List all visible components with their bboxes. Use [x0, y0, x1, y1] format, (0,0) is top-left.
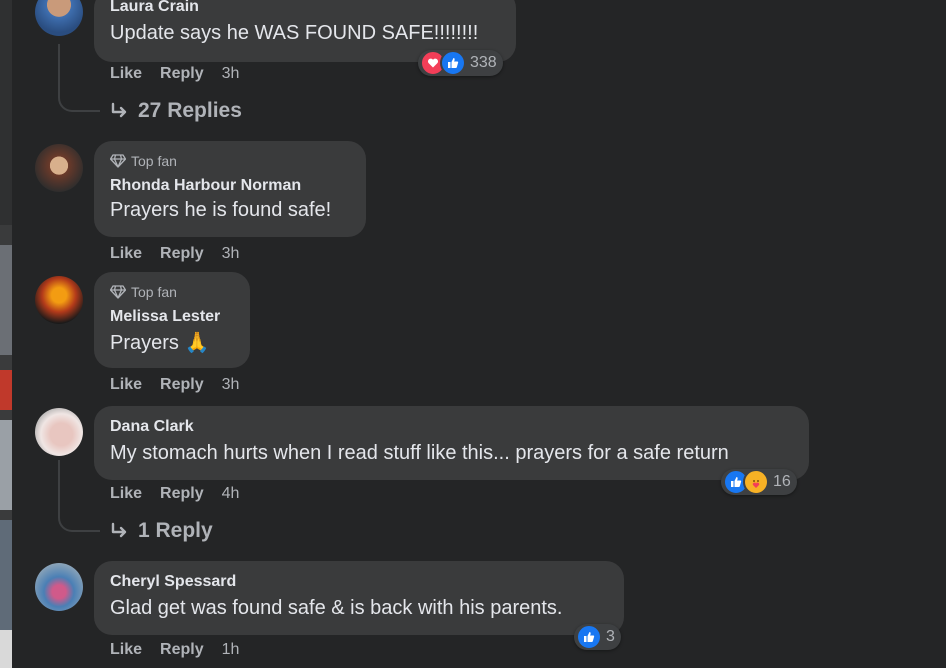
- view-replies-link[interactable]: 1 Reply: [110, 519, 213, 543]
- reply-link[interactable]: Reply: [160, 65, 204, 83]
- comment-actions: Like Reply 4h: [110, 485, 257, 503]
- diamond-icon: [110, 154, 126, 168]
- like-link[interactable]: Like: [110, 485, 142, 503]
- comment-actions: Like Reply 3h: [110, 376, 257, 394]
- avatar[interactable]: [35, 0, 83, 36]
- reaction-count: 16: [773, 473, 791, 490]
- badge-label: Top fan: [131, 153, 177, 169]
- reply-arrow-icon: [111, 522, 127, 538]
- reply-link[interactable]: Reply: [160, 376, 204, 394]
- view-replies-link[interactable]: 27 Replies: [110, 99, 242, 123]
- reaction-summary[interactable]: 3: [574, 624, 621, 650]
- reply-link[interactable]: Reply: [160, 641, 204, 659]
- thread-connector: [58, 44, 100, 112]
- reaction-count: 338: [470, 54, 497, 71]
- avatar[interactable]: [35, 563, 83, 611]
- comment-bubble: Top fan Melissa Lester Prayers 🙏: [94, 272, 250, 368]
- reaction-count: 3: [606, 628, 615, 645]
- comment-timestamp[interactable]: 1h: [222, 641, 240, 659]
- left-page-edge: [0, 0, 12, 668]
- like-link[interactable]: Like: [110, 65, 142, 83]
- reaction-summary[interactable]: 16: [721, 469, 797, 495]
- like-link[interactable]: Like: [110, 641, 142, 659]
- comment-bubble: Top fan Rhonda Harbour Norman Prayers he…: [94, 141, 366, 237]
- avatar[interactable]: [35, 144, 83, 192]
- comment-text: Update says he WAS FOUND SAFE!!!!!!!!: [110, 22, 479, 44]
- comment-actions: Like Reply 3h: [110, 65, 257, 83]
- comment-actions: Like Reply 1h: [110, 641, 257, 659]
- reply-link[interactable]: Reply: [160, 485, 204, 503]
- top-fan-badge: Top fan: [110, 282, 234, 302]
- comment-author[interactable]: Dana Clark: [110, 418, 793, 436]
- reply-arrow-icon: [111, 102, 127, 118]
- comment-timestamp[interactable]: 4h: [222, 485, 240, 503]
- like-reaction-icon: [440, 50, 466, 76]
- comment-actions: Like Reply 3h: [110, 245, 257, 263]
- badge-label: Top fan: [131, 284, 177, 300]
- comment-author[interactable]: Cheryl Spessard: [110, 573, 608, 591]
- comment-timestamp[interactable]: 3h: [222, 65, 240, 83]
- care-reaction-icon: [743, 469, 769, 495]
- reply-link[interactable]: Reply: [160, 245, 204, 263]
- avatar[interactable]: [35, 408, 83, 456]
- comment-text: Prayers he is found safe!: [110, 199, 332, 221]
- comment-timestamp[interactable]: 3h: [222, 376, 240, 394]
- replies-count-label: 27 Replies: [138, 99, 242, 122]
- avatar[interactable]: [35, 276, 83, 324]
- diamond-icon: [110, 285, 126, 299]
- comment-bubble: Cheryl Spessard Glad get was found safe …: [94, 561, 624, 635]
- comment-author[interactable]: Rhonda Harbour Norman: [110, 177, 350, 195]
- top-fan-badge: Top fan: [110, 151, 350, 171]
- comment-author[interactable]: Melissa Lester: [110, 308, 234, 326]
- replies-count-label: 1 Reply: [138, 519, 213, 542]
- like-reaction-icon: [576, 624, 602, 650]
- comment-timestamp[interactable]: 3h: [222, 245, 240, 263]
- like-link[interactable]: Like: [110, 376, 142, 394]
- reaction-summary[interactable]: 338: [418, 50, 503, 76]
- comment-text: Prayers 🙏: [110, 332, 210, 354]
- comment-author[interactable]: Laura Crain: [110, 0, 500, 16]
- like-link[interactable]: Like: [110, 245, 142, 263]
- comment-bubble: Dana Clark My stomach hurts when I read …: [94, 406, 809, 480]
- comment-text: My stomach hurts when I read stuff like …: [110, 442, 729, 464]
- thread-connector: [58, 460, 100, 532]
- comment-text: Glad get was found safe & is back with h…: [110, 597, 563, 619]
